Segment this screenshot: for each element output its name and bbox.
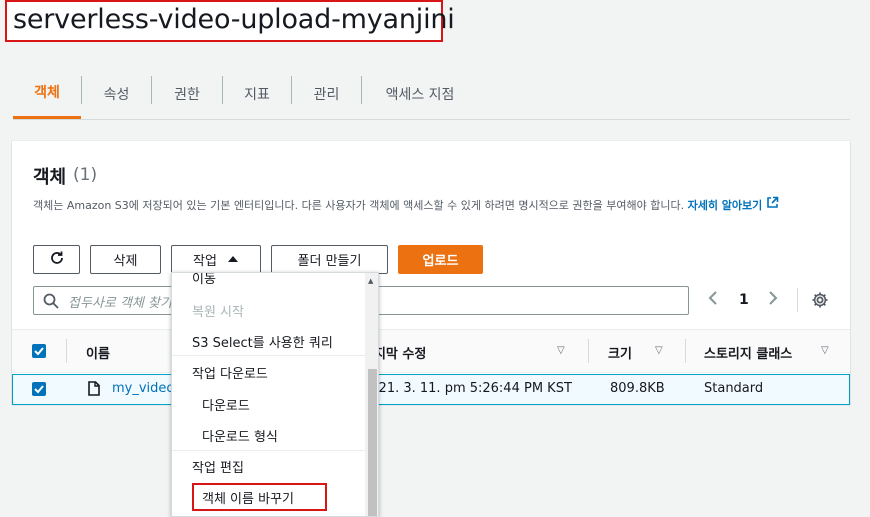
object-last-modified: 2021. 3. 11. pm 5:26:44 PM KST [362,381,572,396]
panel-title: 객체 [33,167,67,188]
menu-item-download[interactable]: 다운로드 [202,395,250,414]
object-name-link[interactable]: my_video [112,381,174,396]
row-checkbox[interactable] [32,382,46,396]
create-folder-button[interactable]: 폴더 만들기 [271,245,388,274]
refresh-button[interactable] [33,245,80,274]
external-link-icon[interactable] [766,196,779,216]
menu-group-edit-actions: 작업 편집 [192,461,244,476]
menu-divider [172,355,365,356]
select-all-checkbox[interactable] [32,344,46,358]
tab-access-points[interactable]: 액세스 지점 [362,68,478,119]
tab-objects[interactable]: 객체 [13,68,81,119]
learn-more-link[interactable]: 자세히 알아보기 [688,199,763,212]
column-divider [685,339,686,363]
column-header-size[interactable]: 크기 [608,343,632,362]
pagination-current-page[interactable]: 1 [739,292,749,308]
menu-item-rename-object[interactable]: 객체 이름 바꾸기 [202,488,294,507]
object-count: (1) [73,165,98,185]
actions-label: 작업 [193,254,217,269]
actions-dropdown-menu: 이동 복원 시작 S3 Select를 사용한 쿼리 작업 다운로드 다운로드 … [171,272,379,517]
pagination-next-icon[interactable] [768,290,778,311]
column-divider [588,339,589,363]
sort-icon[interactable]: ▽ [655,345,663,356]
pagination-prev-icon[interactable] [708,290,718,311]
search-placeholder: 접두사로 객체 찾기 [68,296,172,311]
sort-icon[interactable]: ▽ [821,345,829,356]
bucket-title: serverless-video-upload-myanjini [13,4,455,35]
gear-icon[interactable] [811,291,829,313]
bucket-title-box: serverless-video-upload-myanjini [5,0,455,42]
actions-button[interactable]: 작업 [171,245,261,274]
menu-item-s3-select-query[interactable]: S3 Select를 사용한 쿼리 [192,332,333,351]
menu-group-download-actions: 작업 다운로드 [192,367,268,382]
caret-up-icon [227,252,239,267]
menu-divider [172,450,365,451]
tab-bar: 객체 속성 권한 지표 관리 액세스 지점 [13,68,850,120]
column-divider [66,339,67,363]
tab-management[interactable]: 관리 [292,68,361,119]
column-header-storage-class[interactable]: 스토리지 클래스 [704,343,792,362]
menu-item-initiate-restore[interactable]: 복원 시작 [192,301,244,320]
tab-metrics[interactable]: 지표 [223,68,291,119]
dropdown-scrollbar-thumb[interactable] [368,369,377,516]
file-icon [88,381,100,400]
panel-description: 객체는 Amazon S3에 저장되어 있는 기본 엔터티입니다. 다른 사용자… [33,196,823,216]
menu-item-download-as[interactable]: 다운로드 형식 [202,426,278,445]
description-text: 객체는 Amazon S3에 저장되어 있는 기본 엔터티입니다. 다른 사용자… [33,199,688,212]
upload-button[interactable]: 업로드 [398,245,483,274]
delete-button[interactable]: 삭제 [90,245,161,274]
pager-divider [797,288,798,312]
object-size: 809.8KB [610,381,665,396]
tab-permissions[interactable]: 권한 [152,68,222,119]
refresh-icon [49,250,65,270]
scroll-up-arrow-icon[interactable]: ▲ [368,277,373,285]
search-icon [43,293,59,313]
tab-properties[interactable]: 속성 [82,68,151,119]
column-header-name[interactable]: 이름 [86,343,110,362]
menu-item-move[interactable]: 이동 [192,273,216,287]
sort-icon[interactable]: ▽ [557,345,565,356]
object-storage-class: Standard [704,381,764,396]
